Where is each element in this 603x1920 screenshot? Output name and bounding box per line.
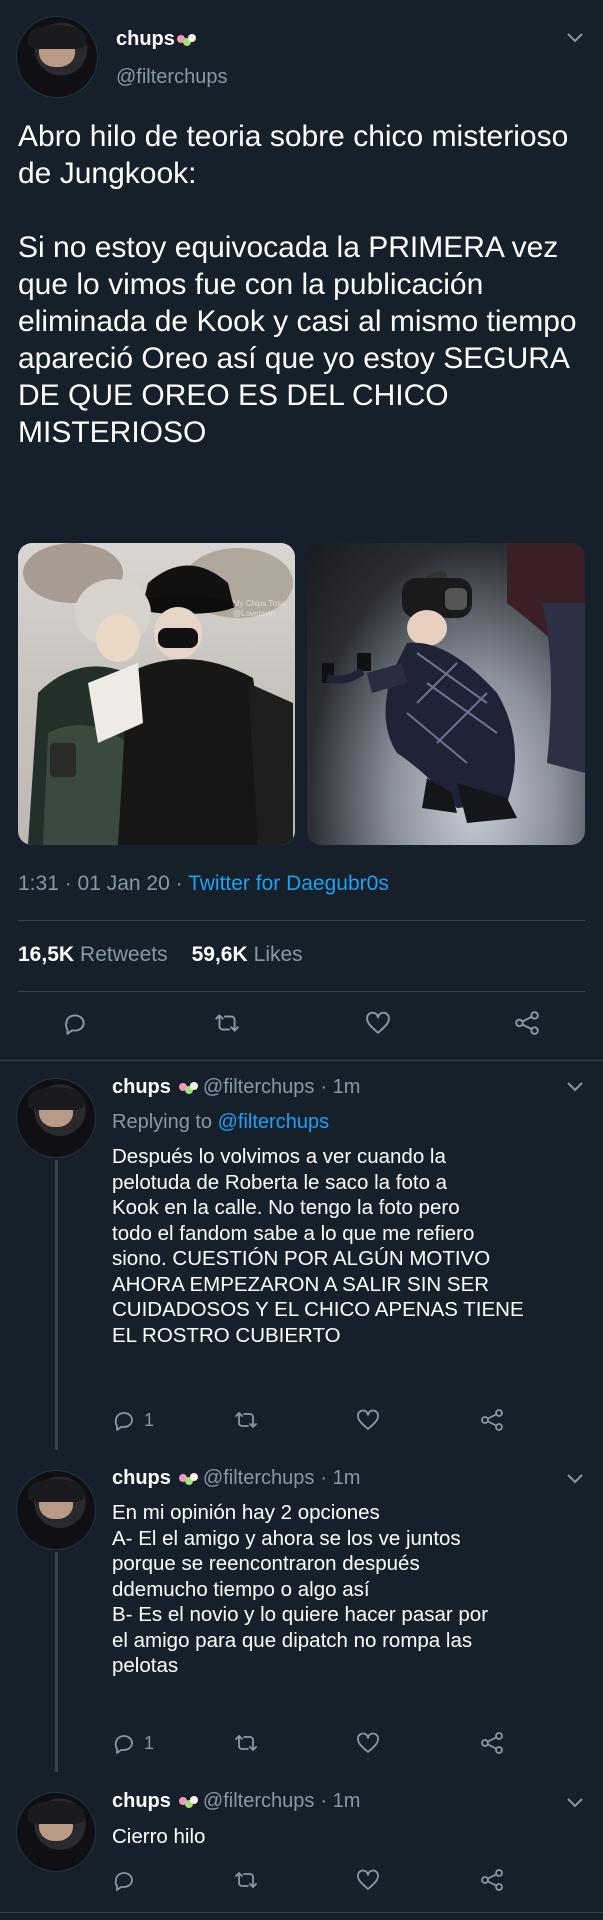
reply-time: · 1m [320,1076,361,1098]
like-icon[interactable] [363,1008,393,1038]
like-icon[interactable] [356,1408,380,1437]
display-name[interactable]: chups [112,1467,171,1490]
avatar[interactable] [16,1470,96,1550]
reply-icon[interactable]: 1 [112,1408,154,1432]
retweets-label[interactable]: Retweets [80,943,168,967]
divider [18,991,585,992]
reply-count: 1 [144,1409,155,1430]
likes-count[interactable]: 59,6K [192,943,248,967]
share-icon[interactable] [480,1731,504,1760]
handle[interactable]: @filterchups [203,1790,314,1813]
replying-to-handle[interactable]: @filterchups [218,1111,329,1133]
photo-illustration-left [23,543,293,845]
divider [0,1060,603,1061]
reply-time: · 1m [320,1790,361,1812]
author-name-row[interactable]: chups [116,28,196,51]
tweet-text: Abro hilo de teoria sobre chico misterio… [18,120,577,449]
reply-time: · 1m [320,1467,361,1489]
reply-header: chups @filterchups · 1m [112,1790,360,1813]
avatar[interactable] [16,1078,96,1158]
chevron-down-icon[interactable] [566,1796,584,1814]
timestamp: 1:31 · 01 Jan 20 · [18,872,189,895]
candy-emoji-icon [176,33,196,47]
reply-text: En mi opinión hay 2 opciones A- El el am… [112,1501,489,1677]
reply-count: 1 [144,1732,155,1753]
reply-icon[interactable] [112,1868,136,1897]
chevron-down-icon[interactable] [566,1472,584,1490]
reply-icon[interactable]: 1 [112,1731,154,1755]
display-name[interactable]: chups [116,28,175,51]
replying-to: Replying to @filterchups [112,1111,329,1134]
divider [18,920,585,921]
chevron-down-icon[interactable] [566,24,584,50]
candy-emoji-icon [178,1081,198,1095]
reply-text: Cierro hilo [112,1825,206,1848]
retweet-icon[interactable] [212,1008,242,1038]
tweet-image-right[interactable] [307,543,585,845]
chevron-down-icon[interactable] [566,1080,584,1098]
avatar[interactable] [16,1792,96,1872]
display-name[interactable]: chups [112,1790,171,1813]
reply-header: chups @filterchups · 1m [112,1467,360,1490]
thread-line [55,1160,58,1450]
reply-header: chups @filterchups · 1m [112,1076,360,1099]
reply-text: Después lo volvimos a ver cuando la pelo… [112,1145,524,1347]
handle[interactable]: @filterchups [203,1467,314,1490]
retweet-icon[interactable] [234,1868,258,1897]
handle[interactable]: @filterchups [116,66,227,89]
like-icon[interactable] [356,1731,380,1760]
share-icon[interactable] [480,1868,504,1897]
reply-icon[interactable] [60,1008,90,1038]
avatar[interactable] [16,16,98,98]
display-name[interactable]: chups [112,1076,171,1099]
retweet-icon[interactable] [234,1408,258,1437]
timestamp-row: 1:31 · 01 Jan 20 · Twitter for Daegubr0s [18,872,389,896]
likes-label[interactable]: Likes [254,943,303,967]
retweet-icon[interactable] [234,1731,258,1760]
thread-line [55,1552,58,1772]
handle[interactable]: @filterchups [203,1076,314,1099]
tweet-image-left[interactable]: My Chips Toss @Lovelovin [18,543,295,845]
source-link[interactable]: Twitter for Daegubr0s [188,872,389,895]
share-icon[interactable] [512,1008,542,1038]
photo-illustration-right [322,543,585,823]
candy-emoji-icon [178,1795,198,1809]
divider [0,1912,603,1913]
replying-to-label: Replying to [112,1111,213,1133]
retweets-count[interactable]: 16,5K [18,943,74,967]
share-icon[interactable] [480,1408,504,1437]
image-watermark: My Chips Toss @Lovelovin [233,599,285,618]
stats-row: 16,5K Retweets 59,6K Likes [18,943,303,967]
candy-emoji-icon [178,1472,198,1486]
like-icon[interactable] [356,1868,380,1897]
